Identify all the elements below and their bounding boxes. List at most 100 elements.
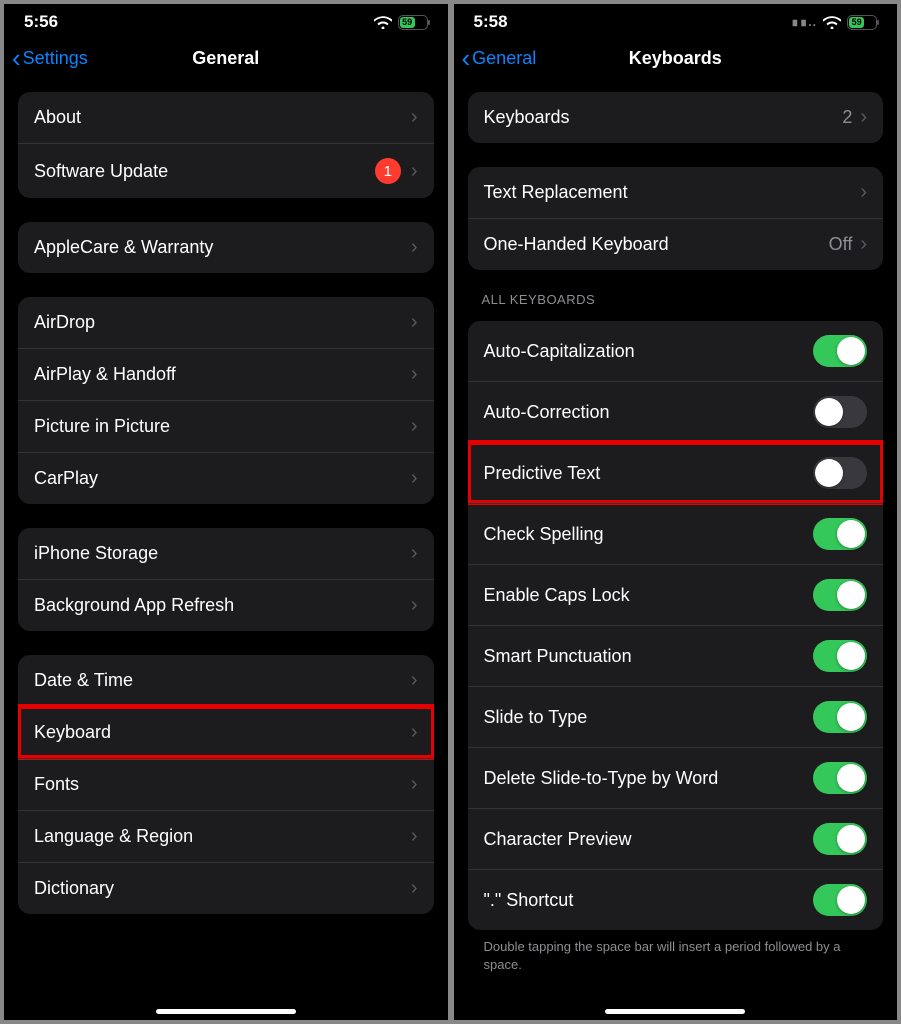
settings-row[interactable]: About›: [18, 92, 434, 143]
row-label: "." Shortcut: [484, 890, 814, 911]
row-label: Picture in Picture: [34, 416, 411, 437]
settings-row[interactable]: Date & Time›: [18, 655, 434, 706]
chevron-right-icon: ›: [411, 106, 418, 129]
notification-badge: 1: [375, 158, 401, 184]
row-label: AirPlay & Handoff: [34, 364, 411, 385]
settings-row[interactable]: Character Preview: [468, 808, 884, 869]
chevron-right-icon: ›: [411, 542, 418, 565]
settings-row[interactable]: Slide to Type: [468, 686, 884, 747]
chevron-right-icon: ›: [860, 181, 867, 204]
chevron-right-icon: ›: [411, 721, 418, 744]
home-indicator[interactable]: [156, 1009, 296, 1014]
wifi-icon: [823, 16, 841, 29]
settings-row[interactable]: Check Spelling: [468, 503, 884, 564]
settings-row[interactable]: Background App Refresh›: [18, 579, 434, 631]
toggle-knob: [837, 886, 865, 914]
toggle-knob: [837, 764, 865, 792]
toggle-switch[interactable]: [813, 335, 867, 367]
settings-row[interactable]: One-Handed KeyboardOff›: [468, 218, 884, 270]
status-bar: 5:56 59: [4, 4, 448, 38]
settings-row[interactable]: CarPlay›: [18, 452, 434, 504]
row-label: Auto-Correction: [484, 402, 814, 423]
row-label: AirDrop: [34, 312, 411, 333]
toggle-knob: [837, 581, 865, 609]
settings-row[interactable]: Delete Slide-to-Type by Word: [468, 747, 884, 808]
screenshot-left: 5:56 59 ‹ Settings General About›Softwar…: [4, 4, 448, 1020]
nav-header: ‹ Settings General: [4, 38, 448, 82]
settings-row[interactable]: Text Replacement›: [468, 167, 884, 218]
page-title: General: [192, 48, 259, 69]
settings-row[interactable]: Enable Caps Lock: [468, 564, 884, 625]
settings-row[interactable]: Predictive Text: [468, 442, 884, 503]
settings-row[interactable]: iPhone Storage›: [18, 528, 434, 579]
back-label: Settings: [23, 48, 88, 69]
status-bar: 5:58 ∎∎.. 59: [454, 4, 898, 38]
row-label: Smart Punctuation: [484, 646, 814, 667]
back-button[interactable]: ‹ Settings: [12, 45, 88, 71]
status-right: 59: [374, 15, 428, 30]
settings-row[interactable]: AirDrop›: [18, 297, 434, 348]
settings-row[interactable]: Language & Region›: [18, 810, 434, 862]
row-label: Background App Refresh: [34, 595, 411, 616]
settings-row[interactable]: "." Shortcut: [468, 869, 884, 930]
chevron-right-icon: ›: [411, 415, 418, 438]
row-label: CarPlay: [34, 468, 411, 489]
toggle-knob: [837, 703, 865, 731]
toggle-knob: [837, 337, 865, 365]
toggle-knob: [837, 642, 865, 670]
settings-group: Auto-Capitalization Auto-Correction Predic…: [468, 321, 884, 930]
settings-row[interactable]: Auto-Capitalization: [468, 321, 884, 381]
toggle-switch[interactable]: [813, 701, 867, 733]
row-label: Auto-Capitalization: [484, 341, 814, 362]
chevron-right-icon: ›: [411, 825, 418, 848]
settings-row[interactable]: Keyboard›: [18, 706, 434, 758]
settings-row[interactable]: Auto-Correction: [468, 381, 884, 442]
chevron-right-icon: ›: [411, 467, 418, 490]
settings-group: About› Software Update1 ›: [18, 92, 434, 198]
settings-row[interactable]: Dictionary›: [18, 862, 434, 914]
cellular-icon: ∎∎..: [791, 15, 817, 29]
settings-group: Text Replacement›One-Handed KeyboardOff›: [468, 167, 884, 270]
toggle-switch[interactable]: [813, 579, 867, 611]
settings-row[interactable]: Smart Punctuation: [468, 625, 884, 686]
row-value: 2: [842, 107, 852, 128]
row-label: Fonts: [34, 774, 411, 795]
nav-header: ‹ General Keyboards: [454, 38, 898, 82]
row-label: Enable Caps Lock: [484, 585, 814, 606]
settings-row[interactable]: Keyboards2›: [468, 92, 884, 143]
chevron-left-icon: ‹: [462, 45, 471, 71]
status-time: 5:56: [24, 12, 58, 32]
settings-row[interactable]: AppleCare & Warranty›: [18, 222, 434, 273]
group-header: ALL KEYBOARDS: [468, 270, 884, 313]
settings-row[interactable]: AirPlay & Handoff›: [18, 348, 434, 400]
settings-group: Keyboards2›: [468, 92, 884, 143]
back-button[interactable]: ‹ General: [462, 45, 537, 71]
settings-row[interactable]: Software Update1 ›: [18, 143, 434, 198]
row-label: iPhone Storage: [34, 543, 411, 564]
status-time: 5:58: [474, 12, 508, 32]
settings-row[interactable]: Picture in Picture›: [18, 400, 434, 452]
group-footer: Double tapping the space bar will insert…: [468, 930, 884, 974]
toggle-switch[interactable]: [813, 762, 867, 794]
chevron-right-icon: ›: [411, 311, 418, 334]
toggle-switch[interactable]: [813, 396, 867, 428]
battery-level: 59: [849, 17, 864, 28]
chevron-right-icon: ›: [860, 106, 867, 129]
toggle-switch[interactable]: [813, 518, 867, 550]
toggle-switch[interactable]: [813, 823, 867, 855]
settings-content: About›Software Update1›AppleCare & Warra…: [4, 82, 448, 1020]
toggle-knob: [837, 520, 865, 548]
settings-group: AppleCare & Warranty›: [18, 222, 434, 273]
row-label: Software Update: [34, 161, 375, 182]
chevron-right-icon: ›: [411, 594, 418, 617]
chevron-right-icon: ›: [411, 160, 418, 183]
toggle-switch[interactable]: [813, 640, 867, 672]
row-label: One-Handed Keyboard: [484, 234, 829, 255]
page-title: Keyboards: [629, 48, 722, 69]
chevron-right-icon: ›: [411, 236, 418, 259]
toggle-switch[interactable]: [813, 884, 867, 916]
toggle-switch[interactable]: [813, 457, 867, 489]
settings-row[interactable]: Fonts›: [18, 758, 434, 810]
chevron-right-icon: ›: [411, 363, 418, 386]
home-indicator[interactable]: [605, 1009, 745, 1014]
